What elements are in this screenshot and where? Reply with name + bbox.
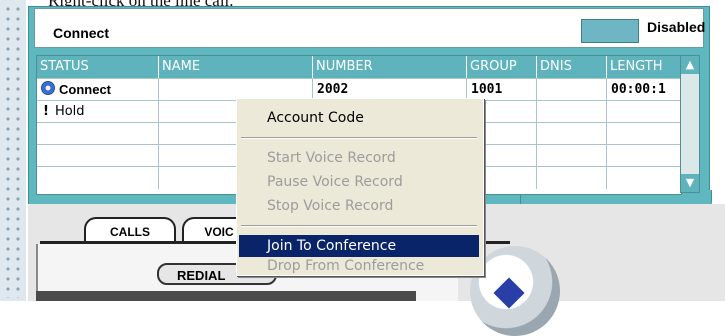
status-box: Connect Disabled: [34, 8, 706, 48]
col-number[interactable]: NUMBER: [313, 56, 467, 78]
dnis-cell: [537, 79, 607, 101]
display-bar: [36, 291, 416, 301]
scroll-down-icon[interactable]: ▼: [681, 174, 699, 192]
status-indicator-swatch: [581, 19, 639, 43]
context-menu: Account Code Start Voice Record Pause Vo…: [236, 98, 484, 276]
status-cell: ! Hold: [37, 101, 159, 123]
menu-item-drop-from-conference[interactable]: Drop From Conference: [239, 257, 479, 275]
table-scrollbar[interactable]: ▲ ▼: [680, 55, 700, 193]
menu-item-account-code[interactable]: Account Code: [239, 107, 479, 129]
menu-item-pause-voice-record[interactable]: Pause Voice Record: [239, 171, 479, 193]
col-name[interactable]: NAME: [159, 56, 313, 78]
length-cell: [607, 101, 681, 123]
status-text: Connect: [59, 82, 111, 97]
menu-separator: [241, 225, 477, 227]
menu-item-join-to-conference[interactable]: Join To Conference: [239, 235, 479, 257]
col-length[interactable]: LENGTH: [607, 56, 681, 78]
status-label: Connect: [53, 25, 109, 41]
dnis-cell: [537, 101, 607, 123]
menu-item-start-voice-record[interactable]: Start Voice Record: [239, 147, 479, 169]
hold-icon: !: [43, 104, 49, 119]
status-indicator-label: Disabled: [647, 19, 706, 35]
connect-icon: [41, 81, 55, 95]
length-cell: 00:00:1: [611, 82, 666, 97]
col-group[interactable]: GROUP: [467, 56, 537, 78]
status-cell: Connect: [37, 79, 159, 101]
menu-separator: [241, 137, 477, 139]
perforated-edge: [0, 0, 26, 301]
scroll-up-icon[interactable]: ▲: [681, 56, 699, 74]
col-dnis[interactable]: DNIS: [537, 56, 607, 78]
status-text: Hold: [54, 104, 85, 119]
col-status[interactable]: STATUS: [37, 56, 159, 78]
menu-item-stop-voice-record[interactable]: Stop Voice Record: [239, 195, 479, 217]
table-header: STATUS NAME NUMBER GROUP DNIS LENGTH: [37, 56, 681, 78]
